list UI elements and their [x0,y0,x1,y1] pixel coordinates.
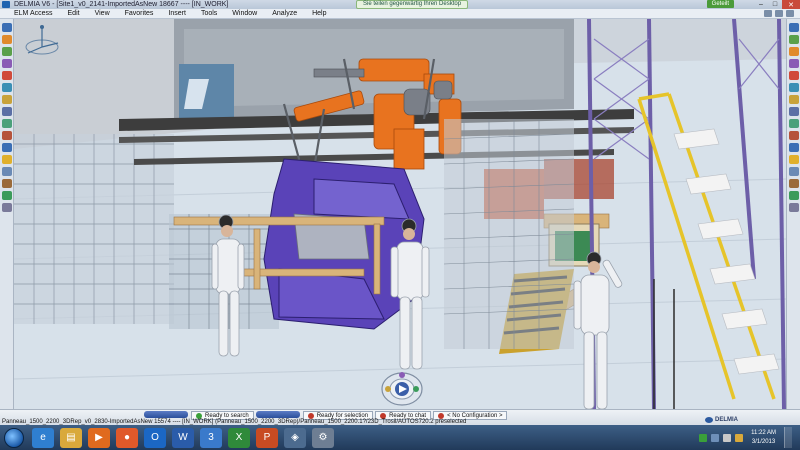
lighting-icon[interactable] [788,83,799,92]
catia-icon[interactable]: 3 [200,427,222,448]
view-iso-icon[interactable] [788,35,799,44]
network-tray-icon[interactable] [711,433,720,442]
hide-tool-icon[interactable] [1,71,12,80]
delmia-app-icon [2,1,10,8]
status-config-label: < No Configuration > [447,412,503,419]
pan-icon[interactable] [788,59,799,68]
tree-toggle-icon[interactable] [788,179,799,188]
ie-icon[interactable]: e [32,427,54,448]
render-style-icon[interactable] [788,71,799,80]
3d-compass-icon[interactable] [22,23,62,57]
close-button[interactable]: ✕ [782,0,800,9]
settings-icon[interactable]: ⚙ [312,427,334,448]
dassault-swoosh-icon [705,417,713,423]
start-button[interactable] [4,427,24,448]
window-controls: – □ ✕ [754,0,800,9]
rotate-tool-icon[interactable] [1,47,12,56]
status-search-dot-icon [196,412,202,419]
progress-pill [255,411,300,418]
maximize-button[interactable]: □ [768,0,782,9]
windows-taskbar: e ▤ ▶ ● O W 3 X P ◈ ⚙ 11:22 AM 3/1/2013 [0,425,800,450]
properties-tool-icon[interactable] [1,203,12,212]
quick-help-icon[interactable] [775,10,783,17]
status-chat-label: Ready to chat [389,412,427,419]
menu-edit[interactable]: Edit [68,10,80,17]
measure-distance-icon[interactable] [788,155,799,164]
zoom-tool-icon[interactable] [1,59,12,68]
excel-icon[interactable]: X [228,427,250,448]
menu-insert[interactable]: Insert [168,10,186,17]
3d-viewport[interactable] [14,19,786,409]
clash-tool-icon[interactable] [1,131,12,140]
path-tool-icon[interactable] [1,155,12,164]
system-clock[interactable]: 11:22 AM 3/1/2013 [751,429,776,447]
menu-help[interactable]: Help [312,10,326,17]
move-tool-icon[interactable] [1,35,12,44]
taskbar-apps: e ▤ ▶ ● O W 3 X P ◈ ⚙ [32,427,340,448]
firefox-icon[interactable]: ● [116,427,138,448]
powerpoint-icon[interactable]: P [256,427,278,448]
clock-date: 3/1/2013 [751,438,776,445]
navigation-wheel-icon[interactable] [380,367,424,407]
quick-search-icon[interactable] [764,10,772,17]
robot-tool-icon[interactable] [1,143,12,152]
menu-window[interactable]: Window [232,10,257,17]
delmia-application: DELMIA V6 - [Site1_v0_2141-ImportedAsNew… [0,0,800,450]
clock-time: 11:22 AM [751,429,776,436]
record-icon[interactable] [788,131,799,140]
right-toolbar [786,19,800,409]
left-toolbar [0,19,14,409]
process-tool-icon[interactable] [1,191,12,200]
flag-icon[interactable] [735,433,744,442]
media-player-icon[interactable]: ▶ [88,427,110,448]
menu-favorites[interactable]: Favorites [125,10,154,17]
menu-tools[interactable]: Tools [201,10,217,17]
minimize-button[interactable]: – [754,0,768,9]
share-status-badge[interactable]: Geteilt [706,0,734,8]
status-selection-dot-icon [307,412,314,419]
status-search-label: Ready to search [205,412,249,419]
outlook-icon[interactable]: O [144,427,166,448]
annotate-tool-icon[interactable] [1,95,12,104]
snapshot-icon[interactable] [788,143,799,152]
signal-icon[interactable] [699,433,708,442]
quick-user-icon[interactable] [786,10,794,17]
dassault-logo-text: DELMIA [715,417,738,423]
screen-share-notice[interactable]: Sie teilen gegenwärtig Ihren Desktop [356,0,469,9]
factory-scene [14,19,786,409]
select-tool-icon[interactable] [1,23,12,32]
title-bar: DELMIA V6 - [Site1_v0_2141-ImportedAsNew… [0,0,800,9]
volume-icon[interactable] [723,433,732,442]
menu-view[interactable]: View [95,10,110,17]
menu-quick-icons [764,10,794,17]
status-chat-dot-icon [380,412,387,419]
system-tray: 11:22 AM 3/1/2013 [699,427,792,448]
search-panel-icon[interactable] [788,191,799,200]
simulate-tool-icon[interactable] [1,119,12,128]
menu-elm-access[interactable]: ELM Access [14,10,53,17]
network-icon[interactable]: ◈ [284,427,306,448]
progress-pill [144,411,188,418]
view-front-icon[interactable] [788,23,799,32]
status-selection-label: Ready for selection [316,412,369,419]
fit-all-icon[interactable] [788,47,799,56]
window-title: DELMIA V6 - [Site1_v0_2141-ImportedAsNew… [14,1,229,8]
dassault-logo: DELMIA [705,417,738,423]
explorer-icon[interactable]: ▤ [60,427,82,448]
manikin-tool-icon[interactable] [1,167,12,176]
options-icon[interactable] [788,203,799,212]
camera-icon[interactable] [788,95,799,104]
word-icon[interactable]: W [172,427,194,448]
measure-tool-icon[interactable] [1,83,12,92]
resource-tool-icon[interactable] [1,179,12,188]
status-bar: Ready to search Ready for selection Read… [0,409,800,425]
show-desktop-button[interactable] [784,427,792,448]
section-tool-icon[interactable] [1,107,12,116]
status-config-dot-icon [438,412,445,419]
menu-analyze[interactable]: Analyze [272,10,297,17]
menu-bar: ELM Access Edit View Favorites Insert To… [0,9,800,19]
properties-panel-icon[interactable] [788,167,799,176]
play-simulation-icon[interactable] [788,119,799,128]
layers-icon[interactable] [788,107,799,116]
